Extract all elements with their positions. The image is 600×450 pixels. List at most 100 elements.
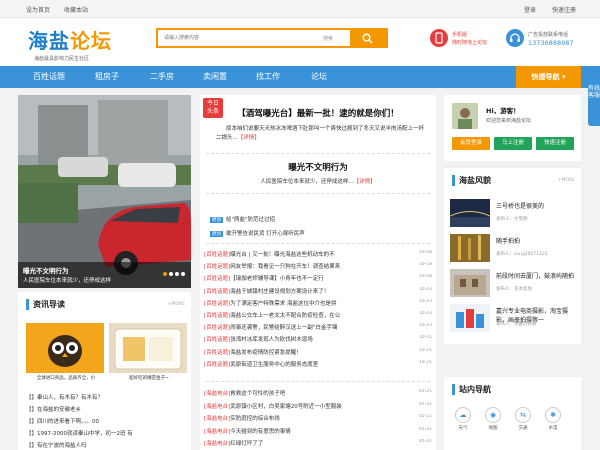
list-item-title: 为了满足客户特殊需求 海盐这位中介也是拼 (230, 300, 337, 307)
news-list-item[interactable]: 【】有在宁波的海盐人吗 (26, 441, 87, 449)
list-item[interactable]: [海盐电台]救救这个可怜的孩子吧 05-21 (204, 389, 432, 397)
list-item-category[interactable]: [海盐电台] (204, 391, 230, 397)
hot-item[interactable]: 原创 敢开警告说民货 打开心扉听民声 (210, 229, 305, 237)
list-item[interactable]: [百姓话题]网友举报：我看见一只狗在开车！调查结果来 10-18 (204, 262, 432, 270)
site-nav-weather[interactable]: ☁ 天气 (452, 407, 474, 431)
scenery-item[interactable]: 嘉兴专业电商摄影，淘宝摄影，画册拍摄等一 发布人：消搬的蚂蚁 (450, 304, 575, 332)
news-list-item[interactable]: 【】秦山人，有木有？有木有？ (26, 393, 103, 401)
scenery-item[interactable]: 前段时间去厦门，鼓浪屿随拍 发布人：花木剪尚 (450, 269, 575, 297)
slider-dot[interactable] (169, 272, 173, 276)
site-nav-label: 天气 (458, 426, 468, 431)
hot-tag: 原创 (210, 231, 223, 237)
set-home-link[interactable]: 设为首页 (26, 7, 50, 14)
list-item[interactable]: [海盐电台]实防庭控的综合布线 05-21 (204, 414, 432, 422)
featured-slider[interactable]: 曝光不文明行为 人民医院车位本来就少，还停成这样 (18, 95, 191, 288)
list-item-category[interactable]: [百姓话题] (204, 252, 230, 258)
register-now-button[interactable]: 马上注册 (494, 137, 532, 150)
list-item-category[interactable]: [百姓话题] (204, 289, 230, 295)
search-input[interactable] (164, 32, 314, 44)
news-list-item[interactable]: 【】1997-2000就读秦山中学，初一2班 有 (26, 429, 133, 437)
news-tile[interactable]: 全球进口商品，品质齐全，价 (26, 323, 104, 381)
search-type-select[interactable]: 搜索 (323, 35, 333, 42)
site-nav-map[interactable]: ◉ 地图 (482, 407, 504, 431)
nav-item-secondhand-house[interactable]: 二手房 (135, 66, 189, 88)
list-item[interactable]: [百姓话题]为了满足客户特殊需求 海盐这位中介也是拼 10-23 (204, 299, 432, 307)
divider (206, 193, 430, 194)
list-item[interactable]: [百姓话题]海盐公交车上一老太太不配合防疫检查，在公 10-23 (204, 311, 432, 319)
scenery-more-text: MORE (561, 178, 575, 183)
search-icon (362, 33, 373, 44)
news-list-item[interactable]: 【】在海盐的安徽老乡 (26, 405, 81, 413)
list-item-category[interactable]: [百姓话题] (204, 362, 230, 368)
headline-title[interactable]: 【酒驾曝光台】最新一批！逮的就是你们！ (200, 107, 436, 119)
site-logo[interactable]: 海盐论坛 海盐最具影响力民生社区 (28, 25, 112, 62)
news-tile[interactable]: 超好吃的懒苗金子~ (109, 323, 187, 381)
slider-dot[interactable] (163, 272, 167, 276)
list-item-date: 10-23 (418, 286, 432, 292)
logo-text-a: 海盐 (28, 29, 70, 53)
list-item-category[interactable]: [百姓话题] (204, 313, 230, 319)
headline-detail-link[interactable]: 【详情】 (238, 135, 260, 141)
list-item[interactable]: [海盐电台]今天碰到的有意思的事情 05-21 (204, 427, 432, 435)
list-item-category[interactable]: [百姓话题] (204, 276, 230, 282)
list-item[interactable]: [百姓话题]闹事还袭警，民警给醉汉送上一副"白金手镯 10-23 (204, 323, 432, 331)
list-item-category[interactable]: [百姓话题] (204, 350, 230, 356)
scenery-item[interactable]: 三号桥也是很美的 发布人：大雪阴 (450, 199, 575, 227)
list-item-date: 05-21 (418, 414, 432, 419)
list-item-category[interactable]: [海盐电台] (204, 429, 230, 435)
list-item-date: 10-21 (418, 347, 432, 353)
nav-item-sell-idle[interactable]: 卖闲置 (188, 66, 242, 88)
list-item-title: 武原街道卫生服务中心的服务态度差 (230, 361, 319, 368)
list-item-category[interactable]: [百姓话题] (204, 264, 230, 270)
list-item-title: 实防庭控的综合布线 (230, 416, 280, 422)
slider-photo (18, 95, 191, 288)
scenery-item[interactable]: 随手拍拍 发布人：song20071122 (450, 234, 575, 262)
list-item-category[interactable]: [百姓话题] (204, 337, 230, 343)
list-item-title: 救救这个可怜的孩子吧 (230, 391, 286, 397)
list-item[interactable]: [百姓话题]曝光台 | 又一批！曝光海盐这些机动车的不 10-18 (204, 250, 432, 258)
list-item-date: 05-21 (418, 389, 432, 394)
news-list-item[interactable]: 【】四川的进来看下啊。。。00 (26, 417, 99, 425)
site-nav-title: 站内导航 (452, 384, 491, 395)
nav-item-jobs[interactable]: 找工作 (241, 66, 295, 88)
list-item[interactable]: [百姓话题]海盐发布疫情防控紧急提醒！ 10-21 (204, 348, 432, 356)
site-nav-utilities[interactable]: ✱ 水电 (542, 407, 564, 431)
list-item-title: 曝光台 | 又一批！曝光海盐这些机动车的不 (230, 252, 335, 258)
list-item-date: 05-21 (418, 426, 432, 432)
slider-dot[interactable] (181, 272, 185, 276)
side-service-tab[interactable]: 有线客服 (588, 82, 600, 126)
search-button[interactable] (350, 30, 386, 46)
scenery-item-author: 发布人：song20071122 (496, 252, 548, 257)
list-item-category[interactable]: [海盐电台] (204, 404, 230, 410)
list-item-category[interactable]: [海盐电台] (204, 441, 230, 447)
news-more-link[interactable]: +MORE (168, 302, 185, 307)
register-link[interactable]: 快速注册 (552, 7, 576, 14)
list-item[interactable]: [百姓话题]【瑞伽老师辅导课】小青年也不一定行 10-18 (204, 274, 432, 282)
bookmark-link[interactable]: 收藏本站 (64, 7, 88, 14)
list-item-title: 闹事还袭警，民警给醉汉送上一副"白金手镯 (230, 325, 338, 332)
list-item[interactable]: [海盐电台]武原镇小区村，白吴家塘20号附近一小型服装 05-21 (204, 402, 432, 410)
list-item-category[interactable]: [海盐电台] (204, 416, 230, 422)
scenery-title: 海盐风貌 (452, 175, 491, 186)
nav-item-forum[interactable]: 论坛 (292, 66, 346, 88)
quick-nav-button[interactable]: 快捷导航 ▾ (516, 66, 581, 88)
list-item[interactable]: [百姓话题]张湾村冰库发现人为砍伐树木现场 10-21 (204, 335, 432, 343)
quick-register-button[interactable]: 快速注册 (536, 137, 574, 150)
scenery-more-link[interactable]: +MORE (558, 178, 575, 183)
list-item[interactable]: [百姓话题]海盐于城镇村庄建设规划方案设计来了！ 10-23 (204, 287, 432, 295)
nav-item-rent[interactable]: 租房子 (80, 66, 134, 88)
nav-item-topics[interactable]: 百姓话题 (22, 66, 76, 88)
list-item-category[interactable]: [百姓话题] (204, 325, 230, 331)
weather-icon: ☁ (455, 407, 471, 423)
hot-item[interactable]: 原创 给"两盐"防范过过招 (210, 215, 275, 223)
second-title[interactable]: 曝光不文明行为 (200, 161, 436, 173)
site-nav-traffic[interactable]: ⇆ 交通 (512, 407, 534, 431)
second-detail-link[interactable]: 【详情】 (354, 179, 376, 185)
list-item[interactable]: [海盐电台]红绿灯坏了了 05-21 (204, 439, 432, 447)
list-item[interactable]: [百姓话题]武原街道卫生服务中心的服务态度差 10-21 (204, 360, 432, 368)
member-login-button[interactable]: 会员登录 (452, 137, 490, 150)
products-image (450, 304, 490, 332)
login-link[interactable]: 登录 (524, 7, 536, 14)
slider-dot[interactable] (175, 272, 179, 276)
list-item-category[interactable]: [百姓话题] (204, 301, 230, 307)
